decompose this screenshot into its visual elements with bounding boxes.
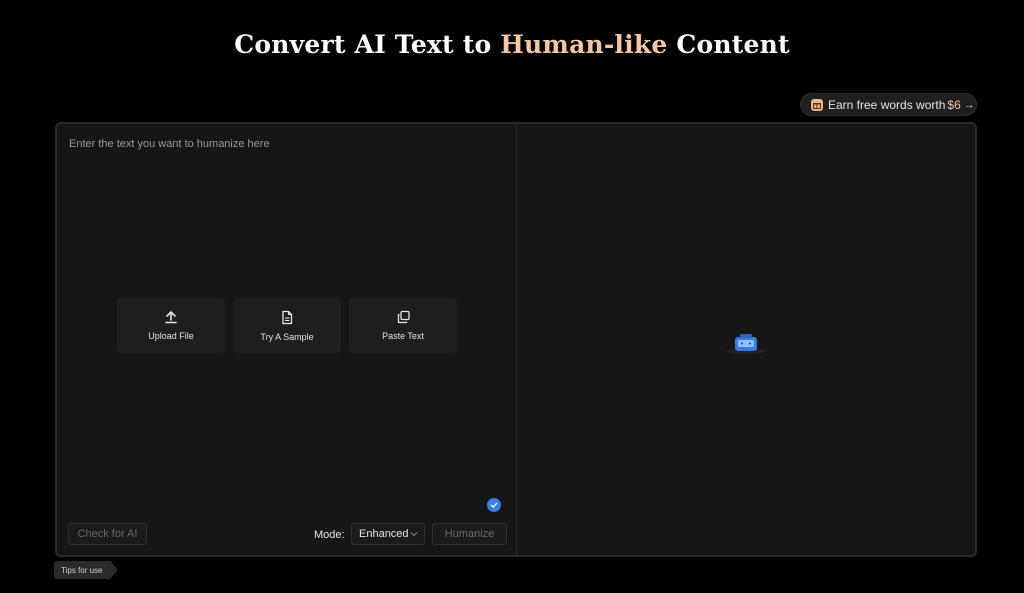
title-part2: Content <box>676 30 790 59</box>
earn-free-words-button[interactable]: Earn free words worth $6 → <box>800 93 977 116</box>
try-sample-label: Try A Sample <box>260 331 314 342</box>
mode-value: Enhanced <box>359 528 409 540</box>
title-part1: Convert AI Text to <box>234 30 492 59</box>
verified-check-icon <box>487 498 501 512</box>
chevron-down-icon <box>410 532 418 537</box>
mode-label: Mode: <box>314 529 345 541</box>
robot-loading-icon <box>726 334 766 354</box>
arrow-right-icon: → <box>963 98 975 111</box>
upload-file-label: Upload File <box>148 331 194 341</box>
gift-icon <box>811 98 823 111</box>
check-for-ai-button[interactable]: Check for AI <box>68 523 147 545</box>
upload-icon <box>165 311 177 324</box>
upload-file-button[interactable]: Upload File <box>117 298 225 353</box>
tips-for-use-tab[interactable]: Tips for use <box>54 561 118 579</box>
text-input-area[interactable]: Enter the text you want to humanize here <box>69 138 270 150</box>
paste-text-label: Paste Text <box>382 331 424 341</box>
mode-select[interactable]: Enhanced <box>351 523 425 545</box>
earn-amount: $6 <box>947 97 961 112</box>
document-icon <box>282 310 293 324</box>
paste-text-button[interactable]: Paste Text <box>349 298 457 353</box>
title-highlight: Human-like <box>500 30 668 59</box>
page-title: Convert AI Text to Human-like Content <box>0 30 1024 59</box>
paste-icon <box>397 310 410 324</box>
try-sample-button[interactable]: Try A Sample <box>233 298 341 353</box>
earn-label: Earn free words worth <box>828 97 946 112</box>
humanizer-panel: Enter the text you want to humanize here… <box>55 122 977 557</box>
panel-divider <box>516 124 517 555</box>
humanize-button[interactable]: Humanize <box>432 523 507 545</box>
